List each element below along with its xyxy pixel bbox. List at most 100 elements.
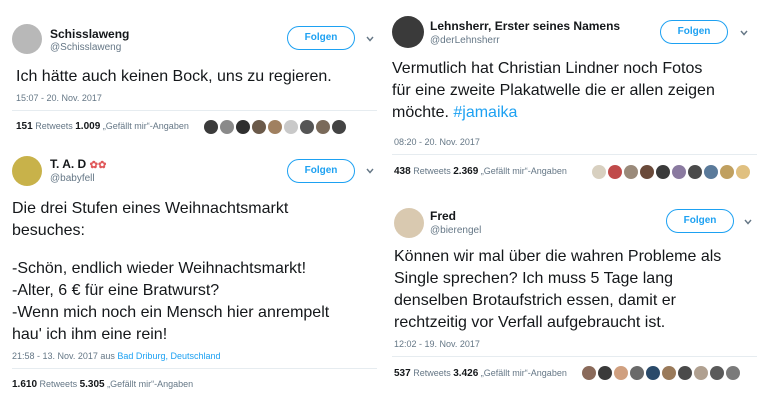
like-label: „Gefällt mir“-Angaben <box>107 379 194 389</box>
liker-avatar[interactable] <box>662 366 676 380</box>
hashtag-link[interactable]: #jamaika <box>453 104 517 121</box>
tweet-schisslaweng: Schisslaweng @Schisslaweng Folgen Ich hä… <box>0 0 384 140</box>
follow-button[interactable]: Folgen <box>666 209 734 233</box>
tweet-text-line: -Schön, endlich wieder Weihnachtsmarkt! <box>12 260 307 277</box>
like-count[interactable]: 3.426 <box>453 368 478 379</box>
user-name[interactable]: T. A. D ✿✿ <box>50 157 106 171</box>
retweet-label: Retweets <box>39 379 78 389</box>
liker-avatar[interactable] <box>720 165 734 179</box>
liker-avatar[interactable] <box>236 120 250 134</box>
avatar[interactable] <box>394 208 424 238</box>
tweet-text-line <box>12 242 377 258</box>
liker-avatar[interactable] <box>736 165 750 179</box>
tweet-text-line: Single sprechen? Ich muss 5 Tage lang <box>394 270 673 287</box>
avatar[interactable] <box>12 24 42 54</box>
liker-avatar[interactable] <box>688 165 702 179</box>
follow-button[interactable]: Folgen <box>287 26 355 50</box>
liker-avatar[interactable] <box>614 366 628 380</box>
user-name[interactable]: Schisslaweng <box>50 27 129 41</box>
divider <box>12 368 377 369</box>
tweet-text: Ich hätte auch keinen Bock, uns zu regie… <box>16 66 376 88</box>
user-handle[interactable]: @bierengel <box>430 225 481 236</box>
tweet-bierengel: Fred @bierengel Folgen Können wir mal üb… <box>384 198 768 417</box>
retweet-count[interactable]: 151 <box>16 121 33 132</box>
liker-avatar[interactable] <box>220 120 234 134</box>
retweet-count[interactable]: 1.610 <box>12 379 37 390</box>
liker-avatar[interactable] <box>672 165 686 179</box>
liker-avatar[interactable] <box>608 165 622 179</box>
retweet-label: Retweets <box>413 166 451 176</box>
follow-button[interactable]: Folgen <box>287 159 355 183</box>
chevron-down-icon[interactable] <box>366 167 374 175</box>
tweet-stats: 151 Retweets 1.009 „Gefällt mir“-Angaben <box>16 121 189 132</box>
tweet-text-line: möchte. #jamaika <box>392 102 762 124</box>
tweet-text-line: Vermutlich hat Christian Lindner noch Fo… <box>392 60 703 77</box>
like-label: „Gefällt mir“-Angaben <box>480 368 567 378</box>
follow-button[interactable]: Folgen <box>660 20 728 44</box>
liker-avatar[interactable] <box>332 120 346 134</box>
liker-avatar[interactable] <box>630 366 644 380</box>
tweet-timestamp[interactable]: 08:20 - 20. Nov. 2017 <box>394 137 480 147</box>
user-handle[interactable]: @derLehnsherr <box>430 35 500 46</box>
liker-avatar[interactable] <box>204 120 218 134</box>
tweet-text-line: für eine zweite Plakatwelle die er allen… <box>392 82 715 99</box>
retweet-count[interactable]: 537 <box>394 368 411 379</box>
user-handle[interactable]: @babyfell <box>50 173 95 184</box>
avatar[interactable] <box>392 16 424 48</box>
user-name[interactable]: Lehnsherr, Erster seines Namens <box>430 19 620 33</box>
avatar[interactable] <box>12 156 42 186</box>
divider <box>392 154 757 155</box>
retweet-count[interactable]: 438 <box>394 166 411 177</box>
liker-avatar[interactable] <box>640 165 654 179</box>
tweet-text-line: Können wir mal über die wahren Probleme … <box>394 248 722 265</box>
chevron-down-icon[interactable] <box>366 35 374 43</box>
location-link[interactable]: Bad Driburg, Deutschland <box>117 351 220 361</box>
liker-avatar[interactable] <box>656 165 670 179</box>
user-name[interactable]: Fred <box>430 209 456 223</box>
retweet-label: Retweets <box>35 121 73 131</box>
liker-avatar[interactable] <box>726 366 740 380</box>
like-count[interactable]: 5.305 <box>80 379 105 390</box>
tweet-text: Vermutlich hat Christian Lindner noch Fo… <box>392 58 762 124</box>
tweet-derlehnsherr: Lehnsherr, Erster seines Namens @derLehn… <box>384 0 768 196</box>
tweet-timestamp: 21:58 - 13. Nov. 2017 aus Bad Driburg, D… <box>12 351 220 361</box>
tweet-timestamp[interactable]: 12:02 - 19. Nov. 2017 <box>394 339 480 349</box>
liker-avatar[interactable] <box>268 120 282 134</box>
tweet-text: Können wir mal über die wahren Probleme … <box>394 246 764 334</box>
liker-avatar[interactable] <box>582 366 596 380</box>
liker-avatar[interactable] <box>646 366 660 380</box>
like-count[interactable]: 1.009 <box>75 121 100 132</box>
liker-avatar[interactable] <box>252 120 266 134</box>
liker-avatar[interactable] <box>678 366 692 380</box>
liker-avatars <box>592 165 750 179</box>
liker-avatar[interactable] <box>284 120 298 134</box>
tweet-text-line: Ich hätte auch keinen Bock, uns zu regie… <box>16 68 332 85</box>
tweet-text-line: Die drei Stufen eines Weihnachtsmarkt <box>12 200 289 217</box>
like-count[interactable]: 2.369 <box>453 166 478 177</box>
tweet-text-line: denselben Brotaufstrich essen, damit er <box>394 292 676 309</box>
liker-avatar[interactable] <box>598 366 612 380</box>
tweet-text-line: rechtzeitig vor Verfall aufgebraucht ist… <box>394 314 666 331</box>
liker-avatar[interactable] <box>316 120 330 134</box>
tweet-text-fragment: möchte. <box>392 104 449 121</box>
liker-avatar[interactable] <box>704 165 718 179</box>
tweet-timestamp[interactable]: 15:07 - 20. Nov. 2017 <box>16 93 102 103</box>
divider <box>12 110 377 111</box>
tweet-stats: 438 Retweets 2.369 „Gefällt mir“-Angaben <box>394 166 567 177</box>
chevron-down-icon[interactable] <box>744 218 752 226</box>
timestamp-text[interactable]: 21:58 - 13. Nov. 2017 aus <box>12 351 115 361</box>
liker-avatar[interactable] <box>694 366 708 380</box>
user-handle[interactable]: @Schisslaweng <box>50 42 121 53</box>
liker-avatar[interactable] <box>710 366 724 380</box>
tweet-stats: 537 Retweets 3.426 „Gefällt mir“-Angaben <box>394 368 567 379</box>
tweet-text-line: besuches: <box>12 222 85 239</box>
tweet-text-line: -Wenn mich noch ein Mensch hier anrempel… <box>12 304 330 321</box>
liker-avatars <box>204 120 346 134</box>
liker-avatar[interactable] <box>592 165 606 179</box>
user-name-text: T. A. D <box>50 157 87 171</box>
chevron-down-icon[interactable] <box>740 29 748 37</box>
liker-avatar[interactable] <box>300 120 314 134</box>
liker-avatar[interactable] <box>624 165 638 179</box>
liker-avatars <box>582 366 740 380</box>
tweet-stats: 1.610 Retweets 5.305 „Gefällt mir“-Angab… <box>12 379 193 390</box>
